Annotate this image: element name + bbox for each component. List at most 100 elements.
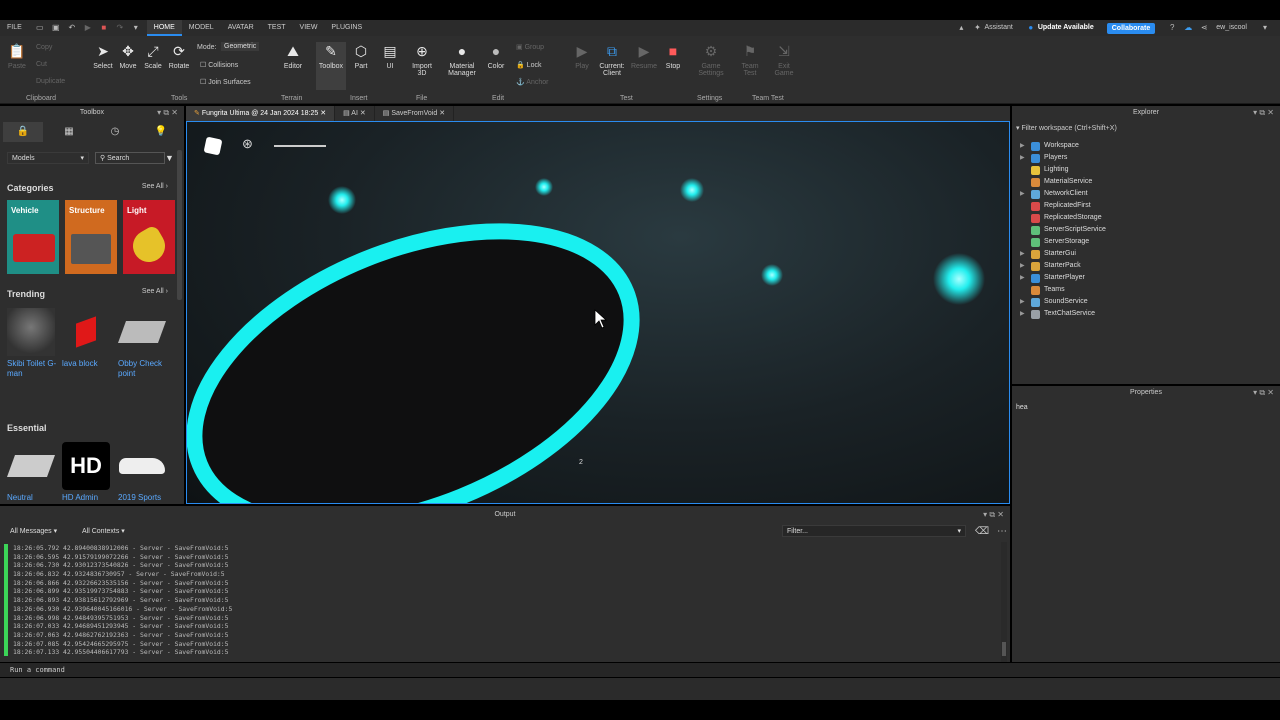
- filter-icon[interactable]: ▼: [165, 153, 174, 163]
- expand-arrow-icon[interactable]: ▶: [1020, 248, 1025, 260]
- customize-chevron-icon[interactable]: ▾: [131, 23, 141, 33]
- asset-2019-sports[interactable]: 2019 Sports: [118, 442, 170, 503]
- tab-ai-script[interactable]: ▤ AI ✕: [335, 106, 375, 121]
- mode-select[interactable]: Geometric: [221, 42, 260, 51]
- explorer-item[interactable]: ServerScriptService: [1012, 224, 1280, 236]
- more-options-icon[interactable]: ⋯: [997, 526, 1007, 537]
- part-button[interactable]: ⬡ Part: [346, 42, 376, 70]
- trending-see-all-link[interactable]: See All ›: [142, 288, 168, 295]
- creations-tab-icon[interactable]: 💡: [141, 122, 181, 142]
- toolbox-button[interactable]: ✎ Toolbox: [316, 42, 346, 90]
- explorer-item[interactable]: Teams: [1012, 284, 1280, 296]
- tab-avatar[interactable]: AVATAR: [221, 20, 261, 36]
- asset-hd-admin[interactable]: HD HD Admin: [62, 442, 114, 503]
- explorer-filter-input[interactable]: ▾ Filter workspace (Ctrl+Shift+X): [1016, 123, 1276, 135]
- tab-plugins[interactable]: PLUGINS: [324, 20, 369, 36]
- expand-arrow-icon[interactable]: ▶: [1020, 308, 1025, 320]
- messages-filter-select[interactable]: All Messages ▾: [6, 526, 68, 538]
- explorer-item[interactable]: ▶ StarterGui: [1012, 248, 1280, 260]
- category-light[interactable]: Light: [123, 200, 175, 274]
- asset-neutral[interactable]: Neutral: [6, 442, 59, 503]
- categories-see-all-link[interactable]: See All ›: [142, 183, 168, 190]
- update-available-button[interactable]: Update Available: [1036, 20, 1101, 36]
- explorer-item[interactable]: ▶ StarterPack: [1012, 260, 1280, 272]
- explorer-item[interactable]: ▶ StarterPlayer: [1012, 272, 1280, 284]
- explorer-item[interactable]: MaterialService: [1012, 176, 1280, 188]
- clear-output-icon[interactable]: ⌫: [975, 526, 989, 537]
- collisions-checkbox[interactable]: ☐ Collisions: [200, 61, 238, 69]
- explorer-close-icon[interactable]: ▾ ⧉ ✕: [1253, 108, 1274, 118]
- inventory-tab-icon[interactable]: 🔒: [3, 122, 43, 142]
- toolbox-close-icon[interactable]: ▾ ⧉ ✕: [157, 108, 178, 118]
- asset-obby-checkpoint[interactable]: Obby Check point: [117, 308, 170, 379]
- exit-game-button[interactable]: ⇲ Exit Game: [769, 42, 799, 77]
- lock-button[interactable]: 🔒 Lock: [516, 61, 541, 69]
- explorer-item[interactable]: ▶ SoundService: [1012, 296, 1280, 308]
- ui-button[interactable]: ▤ UI: [375, 42, 405, 70]
- output-scrollbar[interactable]: [1001, 542, 1007, 662]
- output-filter-input[interactable]: Filter... ▾: [782, 525, 966, 537]
- game-viewport[interactable]: ⊛ 2: [186, 121, 1010, 504]
- backpack-icon[interactable]: ⊛: [242, 136, 253, 152]
- category-select[interactable]: Models ▾: [7, 152, 89, 164]
- team-test-button[interactable]: ⚑ Team Test: [735, 42, 765, 77]
- roblox-menu-icon[interactable]: [203, 136, 223, 156]
- cut-button[interactable]: Cut: [36, 61, 47, 68]
- material-manager-button[interactable]: ● Material Manager: [445, 42, 479, 77]
- expand-arrow-icon[interactable]: ▶: [1020, 296, 1025, 308]
- user-menu-chevron-icon[interactable]: ▾: [1260, 23, 1270, 33]
- redo-icon[interactable]: ↷: [115, 23, 125, 33]
- tab-home[interactable]: HOME: [146, 20, 182, 36]
- close-icon[interactable]: ✕: [320, 110, 326, 117]
- asset-lava-block[interactable]: lava block: [62, 308, 114, 369]
- search-input[interactable]: ⚲ Search: [95, 152, 165, 164]
- output-close-icon[interactable]: ▾ ⧉ ✕: [983, 510, 1004, 520]
- explorer-item[interactable]: ▶ NetworkClient: [1012, 188, 1280, 200]
- tab-savefromvoid-script[interactable]: ▤ SaveFromVoid ✕: [375, 106, 455, 121]
- expand-arrow-icon[interactable]: ▶: [1020, 152, 1025, 164]
- username-menu[interactable]: ew_iscool: [1209, 20, 1254, 36]
- category-vehicle[interactable]: Vehicle: [7, 200, 59, 274]
- explorer-item[interactable]: ServerStorage: [1012, 236, 1280, 248]
- cloud-icon[interactable]: ☁: [1183, 23, 1193, 33]
- tab-model[interactable]: MODEL: [182, 20, 221, 36]
- save-icon[interactable]: ▣: [51, 23, 61, 33]
- explorer-item[interactable]: ReplicatedFirst: [1012, 200, 1280, 212]
- properties-filter-input[interactable]: hea: [1016, 402, 1276, 414]
- game-settings-button[interactable]: ⚙ Game Settings: [696, 42, 726, 77]
- toolbox-scrollbar[interactable]: [177, 150, 182, 300]
- play-button[interactable]: ▶ Play: [567, 42, 597, 70]
- collaborate-button[interactable]: Collaborate: [1106, 22, 1156, 34]
- explorer-item[interactable]: Lighting: [1012, 164, 1280, 176]
- help-icon[interactable]: ?: [1167, 23, 1177, 33]
- copy-button[interactable]: Copy: [36, 44, 52, 51]
- marketplace-tab-icon[interactable]: ▦: [49, 122, 89, 142]
- anchor-button[interactable]: ⚓ Anchor: [516, 78, 548, 86]
- explorer-item[interactable]: ReplicatedStorage: [1012, 212, 1280, 224]
- expand-arrow-icon[interactable]: ▶: [1020, 272, 1025, 284]
- expand-arrow-icon[interactable]: ▶: [1020, 188, 1025, 200]
- explorer-item[interactable]: ▶ TextChatService: [1012, 308, 1280, 320]
- share-icon[interactable]: ⋖: [1199, 23, 1209, 33]
- category-structure[interactable]: Structure: [65, 200, 117, 274]
- tab-view[interactable]: VIEW: [293, 20, 325, 36]
- assistant-button[interactable]: Assistant: [982, 20, 1019, 36]
- resume-button[interactable]: ▶ Resume: [629, 42, 659, 70]
- contexts-filter-select[interactable]: All Contexts ▾: [78, 526, 140, 538]
- tab-place[interactable]: ✎ Fungrita Ultima @ 24 Jan 2024 18:25 ✕: [186, 106, 336, 121]
- explorer-item[interactable]: ▶ Players: [1012, 152, 1280, 164]
- color-button[interactable]: ● Color: [481, 42, 511, 70]
- current-client-button[interactable]: ⧉ Current: Client: [596, 42, 628, 77]
- stop-button[interactable]: ■ Stop: [658, 42, 688, 70]
- new-file-icon[interactable]: ▭: [35, 23, 45, 33]
- properties-close-icon[interactable]: ▾ ⧉ ✕: [1253, 388, 1274, 398]
- collapse-ribbon-icon[interactable]: ▴: [956, 23, 966, 33]
- file-menu[interactable]: FILE: [0, 20, 29, 36]
- close-icon[interactable]: ✕: [360, 110, 366, 117]
- undo-icon[interactable]: ↶: [67, 23, 77, 33]
- command-bar-input[interactable]: Run a command: [0, 663, 1280, 677]
- play-small-icon[interactable]: ▶: [83, 23, 93, 33]
- terrain-editor-button[interactable]: ⛰ Editor: [278, 42, 308, 70]
- paste-button[interactable]: 📋 Paste: [3, 42, 31, 70]
- duplicate-button[interactable]: Duplicate: [36, 78, 65, 85]
